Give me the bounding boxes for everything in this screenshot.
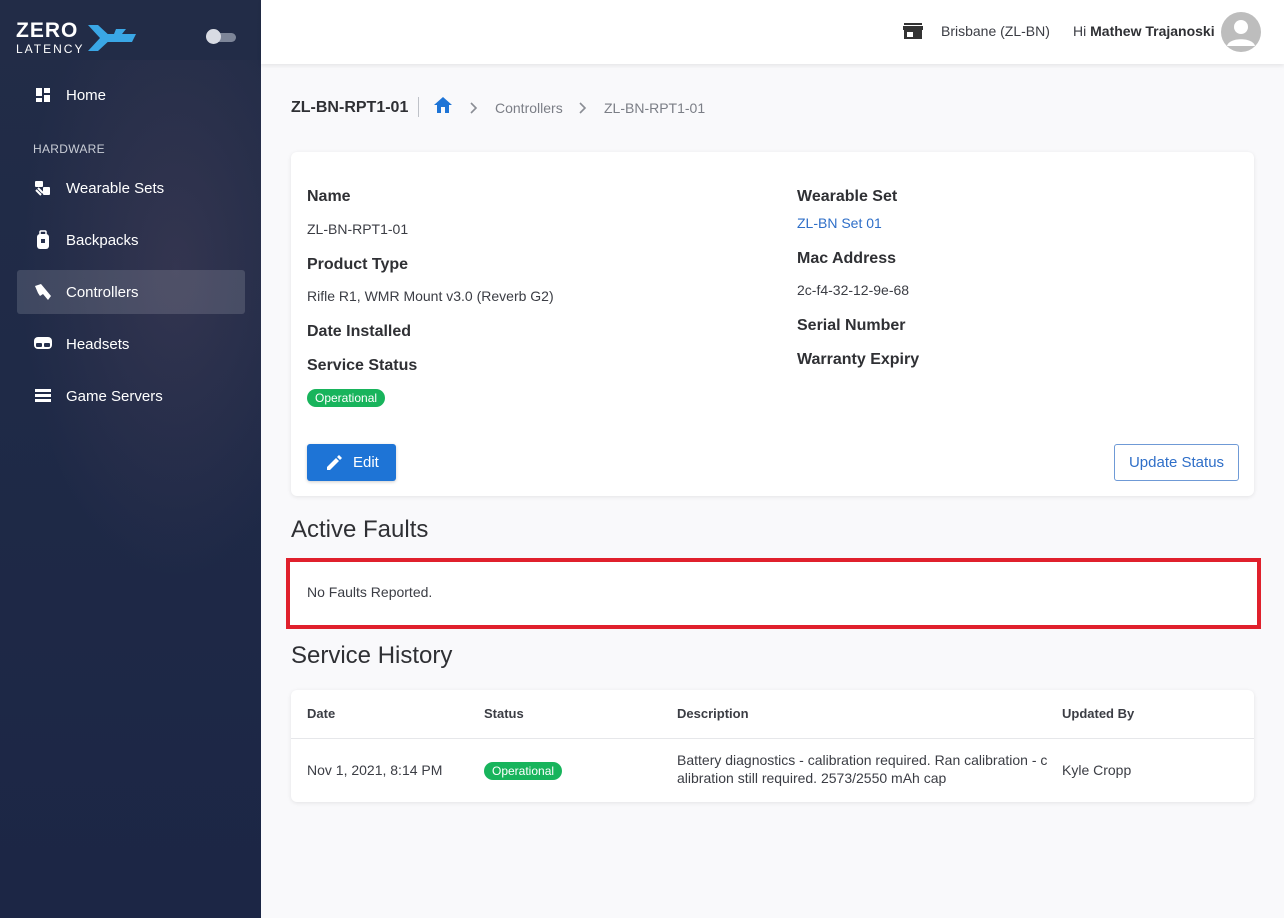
sidebar-item-wearable-sets[interactable]: Wearable Sets (17, 166, 245, 210)
sidebar-item-label: Wearable Sets (66, 179, 165, 197)
name-value: ZL-BN-RPT1-01 (307, 221, 409, 237)
details-card (291, 152, 1254, 496)
user-name: Mathew Trajanoski (1090, 23, 1215, 39)
headset-icon (33, 334, 53, 354)
brand-name-line2: LATENCY (16, 42, 85, 56)
breadcrumb-current: ZL-BN-RPT1-01 (604, 100, 706, 116)
serial-number-label: Serial Number (797, 317, 906, 334)
edit-button-label: Edit (353, 454, 379, 471)
column-header-status[interactable]: Status (484, 706, 524, 721)
top-bar: Brisbane (ZL-BN) Hi Mathew Trajanoski (261, 0, 1284, 64)
service-history-title: Service History (291, 642, 453, 669)
dashboard-icon (33, 85, 53, 105)
description-line-1: Battery diagnostics - calibration requir… (677, 752, 1048, 768)
status-badge: Operational (307, 389, 386, 407)
service-status-label: Service Status (307, 357, 418, 374)
backpack-icon (33, 230, 53, 250)
wearable-set-label: Wearable Set (797, 188, 898, 205)
date-installed-label: Date Installed (307, 323, 412, 340)
sidebar-item-label: Game Servers (66, 387, 163, 405)
plane-logo-icon (88, 24, 137, 51)
mac-address-label: Mac Address (797, 250, 896, 267)
chevron-right-icon (469, 101, 479, 120)
column-header-date[interactable]: Date (307, 706, 335, 721)
chevron-right-icon (578, 101, 588, 120)
table-divider (291, 738, 1254, 739)
update-status-button[interactable]: Update Status (1114, 444, 1239, 481)
avatar[interactable] (1221, 12, 1261, 52)
controller-icon (33, 282, 53, 302)
sidebar-item-headsets[interactable]: Headsets (17, 322, 245, 366)
sidebar-item-backpacks[interactable]: Backpacks (17, 218, 245, 262)
page-title: ZL-BN-RPT1-01 (291, 99, 409, 116)
home-icon[interactable] (433, 96, 453, 119)
sidebar-item-label: Controllers (66, 283, 139, 301)
breadcrumb-divider (418, 97, 419, 117)
sidebar-item-label: Headsets (66, 335, 130, 353)
pencil-icon (325, 454, 343, 472)
product-type-value: Rifle R1, WMR Mount v3.0 (Reverb G2) (307, 288, 554, 304)
wearable-set-icon (33, 178, 53, 198)
sidebar-item-label: Backpacks (66, 231, 139, 249)
cell-updated-by: Kyle Cropp (1062, 762, 1132, 778)
active-faults-title: Active Faults (291, 516, 429, 543)
brand-name-line1: ZERO (16, 19, 79, 42)
theme-toggle[interactable] (206, 29, 236, 44)
sidebar-item-controllers[interactable]: Controllers (17, 270, 245, 314)
brand-logo[interactable]: ZERO LATENCY (16, 20, 138, 55)
sidebar-item-home[interactable]: Home (17, 73, 245, 117)
breadcrumb-controllers[interactable]: Controllers (495, 100, 563, 116)
sidebar-item-label: Home (66, 86, 107, 104)
sidebar-item-game-servers[interactable]: Game Servers (17, 374, 245, 418)
server-icon (33, 386, 53, 406)
store-icon[interactable] (903, 22, 923, 45)
cell-description: Battery diagnostics - calibration requir… (677, 752, 1057, 786)
greeting-prefix: Hi (1073, 23, 1087, 39)
sidebar: ZERO LATENCY Home HARDWARE Wearable Sets… (0, 0, 261, 918)
wearable-set-link[interactable]: ZL-BN Set 01 (797, 215, 882, 231)
column-header-updated-by[interactable]: Updated By (1062, 706, 1134, 721)
column-header-description[interactable]: Description (677, 706, 749, 721)
faults-empty-text: No Faults Reported. (307, 584, 433, 600)
mac-address-value: 2c-f4-32-12-9e-68 (797, 282, 910, 298)
sidebar-section-hardware: HARDWARE (33, 142, 105, 156)
product-type-label: Product Type (307, 256, 409, 273)
status-badge: Operational (484, 762, 563, 780)
description-line-2: alibration still required. 2573/2550 mAh… (677, 770, 947, 786)
warranty-expiry-label: Warranty Expiry (797, 351, 920, 368)
name-label: Name (307, 188, 351, 205)
user-greeting: Hi Mathew Trajanoski (1073, 23, 1215, 39)
location-selector[interactable]: Brisbane (ZL-BN) (941, 23, 1050, 39)
cell-date: Nov 1, 2021, 8:14 PM (307, 762, 443, 778)
edit-button[interactable]: Edit (307, 444, 396, 481)
